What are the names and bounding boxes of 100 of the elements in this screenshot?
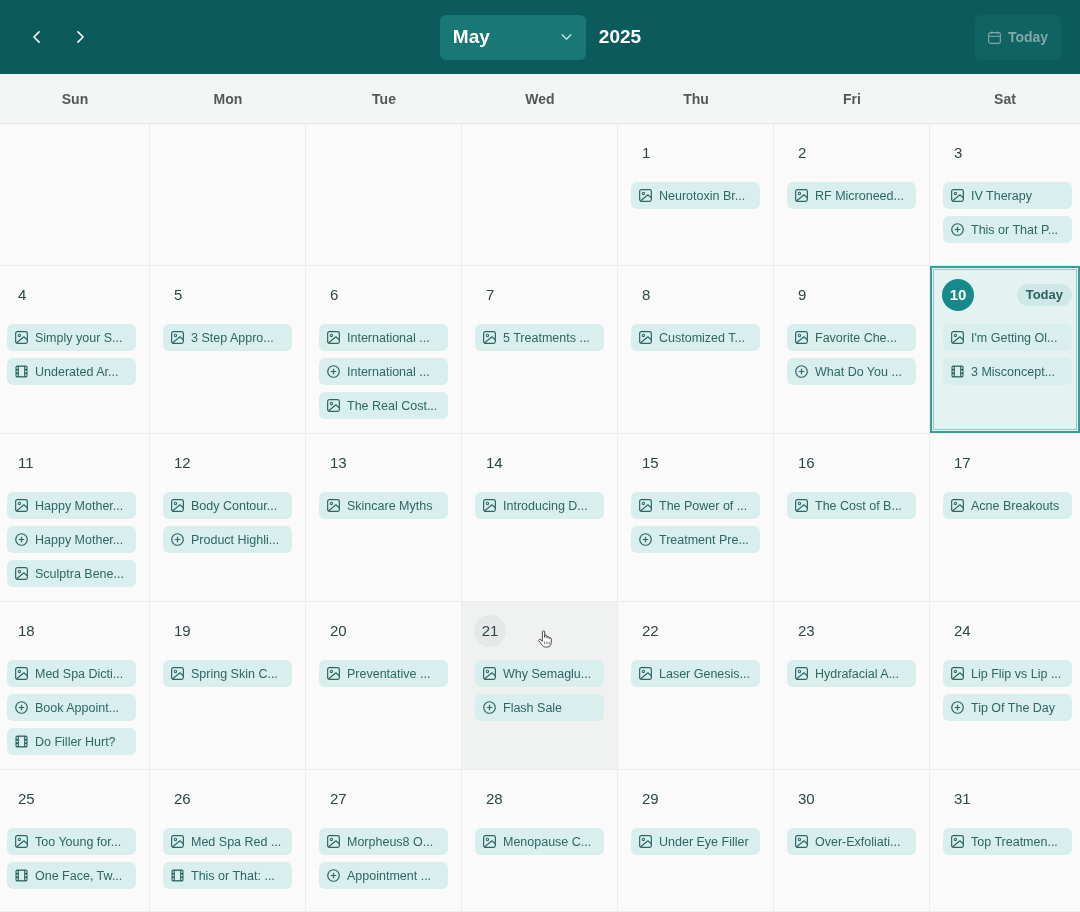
event-chip[interactable]: This or That: ... <box>163 862 292 889</box>
day-cell[interactable]: 20 Preventative ... <box>306 602 462 770</box>
day-cell[interactable]: 4 Simply your S... Underated Ar... <box>0 266 150 434</box>
event-chip[interactable]: What Do You ... <box>787 358 916 385</box>
day-cell[interactable]: 21 Why Semaglu... Flash Sale <box>462 602 618 770</box>
event-chip[interactable]: IV Therapy <box>943 182 1072 209</box>
event-chip[interactable]: Top Treatmen... <box>943 828 1072 855</box>
day-number: 25 <box>18 790 35 808</box>
event-chip[interactable]: The Power of ... <box>631 492 760 519</box>
event-chip[interactable]: Laser Genesis... <box>631 660 760 687</box>
event-chip[interactable]: 5 Treatments ... <box>475 324 604 351</box>
day-cell[interactable]: 9 Favorite Che... What Do You ... <box>774 266 930 434</box>
day-number: 18 <box>18 622 35 640</box>
event-chip[interactable]: Flash Sale <box>475 694 604 721</box>
day-cell[interactable]: 22 Laser Genesis... <box>618 602 774 770</box>
day-cell[interactable]: 29 Under Eye Filler <box>618 770 774 912</box>
event-chip[interactable]: Introducing D... <box>475 492 604 519</box>
event-chip[interactable]: Over-Exfoliati... <box>787 828 916 855</box>
day-number: 30 <box>798 790 815 808</box>
event-chip[interactable]: I'm Getting Ol... <box>943 324 1072 351</box>
day-cell[interactable]: 28 Menopause C... <box>462 770 618 912</box>
day-number: 9 <box>798 286 807 304</box>
event-chip[interactable]: Tip Of The Day <box>943 694 1072 721</box>
event-chip[interactable]: 3 Misconcept... <box>943 358 1072 385</box>
event-chip[interactable]: RF Microneed... <box>787 182 916 209</box>
day-cell[interactable]: 8 Customized T... <box>618 266 774 434</box>
event-chip[interactable]: Spring Skin C... <box>163 660 292 687</box>
film-icon <box>171 869 184 882</box>
event-chip[interactable]: Underated Ar... <box>7 358 136 385</box>
event-chip[interactable]: Why Semaglu... <box>475 660 604 687</box>
event-chip[interactable]: Lip Flip vs Lip ... <box>943 660 1072 687</box>
day-number: 19 <box>174 622 191 640</box>
event-chip[interactable]: Med Spa Red ... <box>163 828 292 855</box>
event-chip[interactable]: Hydrafacial A... <box>787 660 916 687</box>
event-chip[interactable]: Do Filler Hurt? <box>7 728 136 755</box>
image-icon <box>483 835 496 848</box>
film-icon <box>951 365 964 378</box>
event-chip[interactable]: International ... <box>319 358 448 385</box>
image-icon <box>483 667 496 680</box>
event-chip[interactable]: International ... <box>319 324 448 351</box>
event-chip[interactable]: Appointment ... <box>319 862 448 889</box>
day-number: 31 <box>954 790 971 808</box>
plus-circle-icon <box>639 533 652 546</box>
day-cell[interactable]: 1 Neurotoxin Br... <box>618 124 774 266</box>
day-cell[interactable]: 27 Morpheus8 O... Appointment ... <box>306 770 462 912</box>
event-chip[interactable]: Morpheus8 O... <box>319 828 448 855</box>
chevron-down-icon <box>560 34 572 40</box>
day-number: 26 <box>174 790 191 808</box>
event-chip[interactable]: Too Young for... <box>7 828 136 855</box>
plus-circle-icon <box>15 533 28 546</box>
day-number: 15 <box>642 454 659 472</box>
event-chip[interactable]: Product Highli... <box>163 526 292 553</box>
day-number: 24 <box>954 622 971 640</box>
event-chip[interactable]: Happy Mother... <box>7 492 136 519</box>
image-icon <box>639 189 652 202</box>
day-cell[interactable]: 18 Med Spa Dicti... Book Appoint... Do Filler Hurt? <box>0 602 150 770</box>
event-chip[interactable]: Neurotoxin Br... <box>631 182 760 209</box>
weekday-label: Sun <box>61 90 89 107</box>
day-cell[interactable]: 25 Too Young for... One Face, Tw... <box>0 770 150 912</box>
day-cell[interactable]: 6 International ... International ... The Real Cost... <box>306 266 462 434</box>
day-cell[interactable]: 10 Today I'm Getting Ol... 3 Misconcept... <box>930 266 1080 434</box>
event-chip[interactable]: Menopause C... <box>475 828 604 855</box>
day-number: 22 <box>642 622 659 640</box>
day-cell[interactable]: 13 Skincare Myths <box>306 434 462 602</box>
event-chip[interactable]: Med Spa Dicti... <box>7 660 136 687</box>
day-cell[interactable]: 15 The Power of ... Treatment Pre... <box>618 434 774 602</box>
event-chip[interactable]: Acne Breakouts <box>943 492 1072 519</box>
day-cell[interactable]: 2 RF Microneed... <box>774 124 930 266</box>
day-cell[interactable]: 23 Hydrafacial A... <box>774 602 930 770</box>
day-number: 4 <box>18 286 27 304</box>
film-icon <box>15 735 28 748</box>
day-cell[interactable]: 19 Spring Skin C... <box>150 602 306 770</box>
day-cell[interactable]: 14 Introducing D... <box>462 434 618 602</box>
image-icon <box>15 667 28 680</box>
event-chip[interactable]: Happy Mother... <box>7 526 136 553</box>
event-chip[interactable]: Favorite Che... <box>787 324 916 351</box>
month-dropdown[interactable]: May <box>439 14 586 60</box>
image-icon <box>15 567 28 580</box>
event-chip[interactable]: The Cost of B... <box>787 492 916 519</box>
event-chip[interactable]: Book Appoint... <box>7 694 136 721</box>
day-cell[interactable]: 7 5 Treatments ... <box>462 266 618 434</box>
event-chip[interactable]: Under Eye Filler <box>631 828 760 855</box>
event-chip[interactable]: Body Contour... <box>163 492 292 519</box>
event-chip[interactable]: Simply your S... <box>7 324 136 351</box>
day-cell[interactable]: 16 The Cost of B... <box>774 434 930 602</box>
day-cell[interactable]: 30 Over-Exfoliati... <box>774 770 930 912</box>
day-cell[interactable]: 12 Body Contour... Product Highli... <box>150 434 306 602</box>
event-chip[interactable]: Sculptra Bene... <box>7 560 136 587</box>
event-chip[interactable]: Customized T... <box>631 324 760 351</box>
event-chip[interactable]: This or That P... <box>943 216 1072 243</box>
event-chip[interactable]: Treatment Pre... <box>631 526 760 553</box>
event-chip[interactable]: The Real Cost... <box>319 392 448 419</box>
event-chip[interactable]: Preventative ... <box>319 660 448 687</box>
day-cell[interactable]: 5 3 Step Appro... <box>150 266 306 434</box>
day-cell[interactable]: 26 Med Spa Red ... This or That: ... <box>150 770 306 912</box>
day-cell[interactable]: 11 Happy Mother... Happy Mother... Sculptra Bene... <box>0 434 150 602</box>
event-chip[interactable]: Skincare Myths <box>319 492 448 519</box>
event-chip[interactable]: One Face, Tw... <box>7 862 136 889</box>
event-chip[interactable]: 3 Step Appro... <box>163 324 292 351</box>
day-number: 6 <box>330 286 339 304</box>
